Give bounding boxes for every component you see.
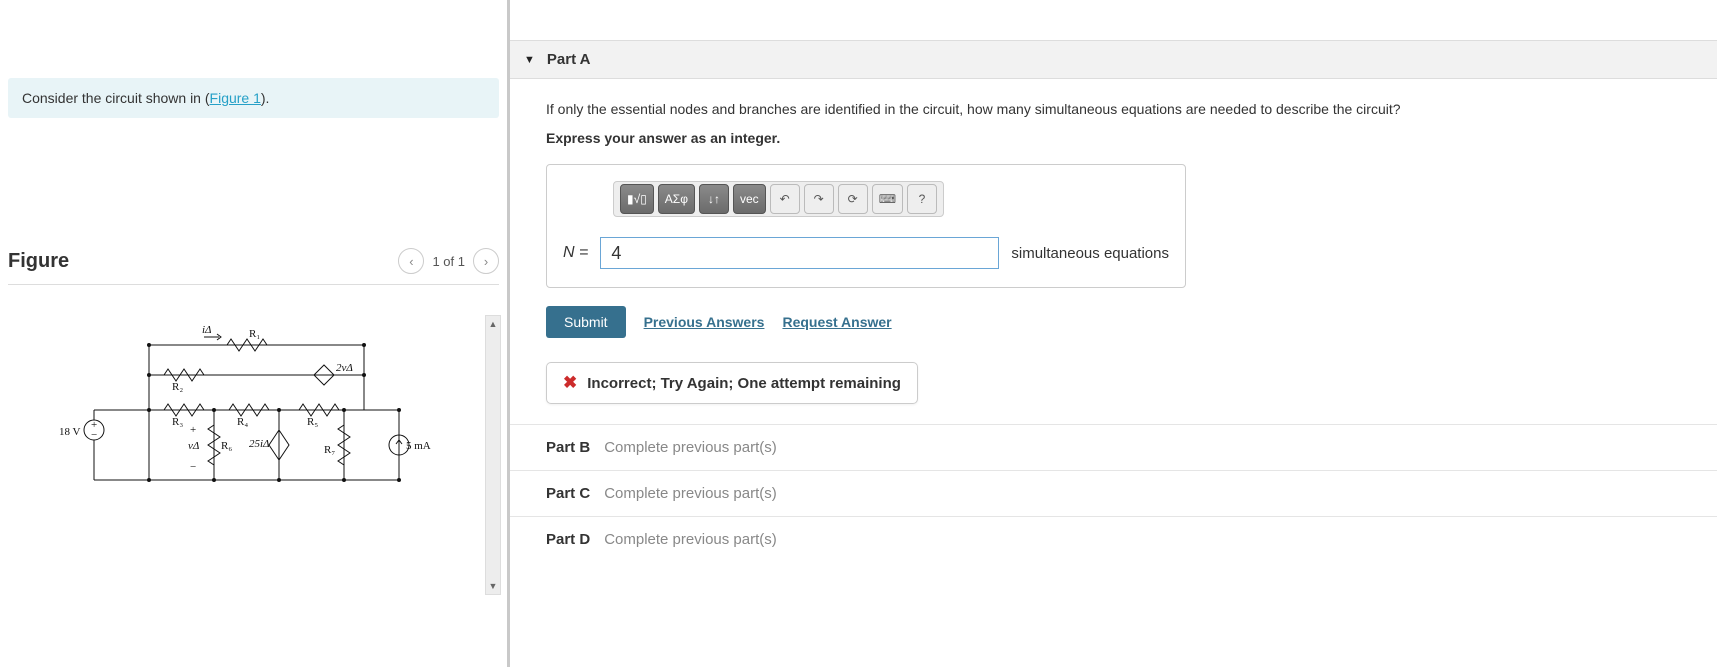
answer-input[interactable] [600,237,999,269]
right-pane: ▼ Part A If only the essential nodes and… [510,0,1717,667]
svg-text:+: + [190,424,196,436]
label-r1: R₁ [249,328,260,340]
figure-scrollbar[interactable]: ▲ ▼ [485,315,501,595]
help-button[interactable]: ? [907,184,937,214]
redo-button[interactable]: ↷ [804,184,834,214]
prompt-prefix: Consider the circuit shown in ( [22,90,210,106]
question-text: If only the essential nodes and branches… [546,99,1681,120]
label-r5: R₅ [307,416,318,428]
collapse-icon: ▼ [524,54,535,66]
part-d-label: Part D [546,531,590,548]
scroll-up-icon[interactable]: ▲ [486,316,500,332]
figure-prev-button[interactable]: ‹ [398,248,424,274]
label-r2: R₂ [172,381,183,393]
problem-prompt: Consider the circuit shown in (Figure 1)… [8,78,499,118]
part-d-row: Part D Complete previous part(s) [510,516,1717,562]
label-r6: R₆ [221,440,232,452]
subsuper-button[interactable]: ↓↑ [699,184,729,214]
label-r4: R₄ [237,416,248,428]
part-a-label: Part A [547,51,591,68]
submit-button[interactable]: Submit [546,306,626,338]
vec-button[interactable]: vec [733,184,766,214]
figure-body: 18 V 5 mA iΔ R₁ R₂ R₃ R₄ R₅ R₆ R₇ 2vΔ 25… [8,315,499,505]
reset-button[interactable]: ⟳ [838,184,868,214]
previous-answers-link[interactable]: Previous Answers [644,314,765,330]
figure-link[interactable]: Figure 1 [210,90,261,106]
label-r7: R₇ [324,444,335,456]
feedback-text: Incorrect; Try Again; One attempt remain… [587,375,901,392]
figure-header: Figure ‹ 1 of 1 › [8,248,499,285]
part-c-msg: Complete previous part(s) [604,485,777,502]
action-row: Submit Previous Answers Request Answer [546,306,1681,338]
left-pane: Consider the circuit shown in (Figure 1)… [0,0,510,667]
part-b-label: Part B [546,439,590,456]
label-5ma: 5 mA [406,440,431,452]
greek-button[interactable]: ΑΣφ [658,184,695,214]
circuit-diagram: 18 V 5 mA iΔ R₁ R₂ R₃ R₄ R₅ R₆ R₇ 2vΔ 25… [8,315,499,505]
figure-nav: ‹ 1 of 1 › [398,248,499,274]
incorrect-icon: ✖ [563,373,577,393]
figure-next-button[interactable]: › [473,248,499,274]
answer-shell: ▮√▯ ΑΣφ ↓↑ vec ↶ ↷ ⟳ ⌨ ? N = simultaneou… [546,164,1186,288]
part-c-row: Part C Complete previous part(s) [510,470,1717,516]
part-b-msg: Complete previous part(s) [604,439,777,456]
prompt-suffix: ). [261,90,270,106]
figure-counter: 1 of 1 [432,254,465,269]
templates-button[interactable]: ▮√▯ [620,184,654,214]
keyboard-button[interactable]: ⌨ [872,184,903,214]
feedback-box: ✖ Incorrect; Try Again; One attempt rema… [546,362,918,404]
label-ccvs: 2vΔ [336,362,353,374]
svg-text:−: − [91,429,97,441]
part-c-label: Part C [546,485,590,502]
instruction-text: Express your answer as an integer. [546,130,1681,146]
part-d-msg: Complete previous part(s) [604,531,777,548]
answer-row: N = simultaneous equations [563,237,1169,269]
scroll-down-icon[interactable]: ▼ [486,578,500,594]
label-cccs: 25iΔ [249,438,270,450]
equation-toolbar: ▮√▯ ΑΣφ ↓↑ vec ↶ ↷ ⟳ ⌨ ? [613,181,944,217]
label-idelta: iΔ [202,324,212,336]
part-a-header[interactable]: ▼ Part A [510,40,1717,79]
label-vdelta: vΔ [188,440,199,452]
label-r3: R₃ [172,416,183,428]
answer-unit: simultaneous equations [1011,245,1169,262]
svg-text:−: − [190,461,196,473]
answer-var: N = [563,244,588,262]
figure-title: Figure [8,250,69,273]
part-a-content: If only the essential nodes and branches… [510,79,1717,424]
request-answer-link[interactable]: Request Answer [782,314,891,330]
label-18v: 18 V [59,426,81,438]
undo-button[interactable]: ↶ [770,184,800,214]
part-b-row: Part B Complete previous part(s) [510,424,1717,470]
